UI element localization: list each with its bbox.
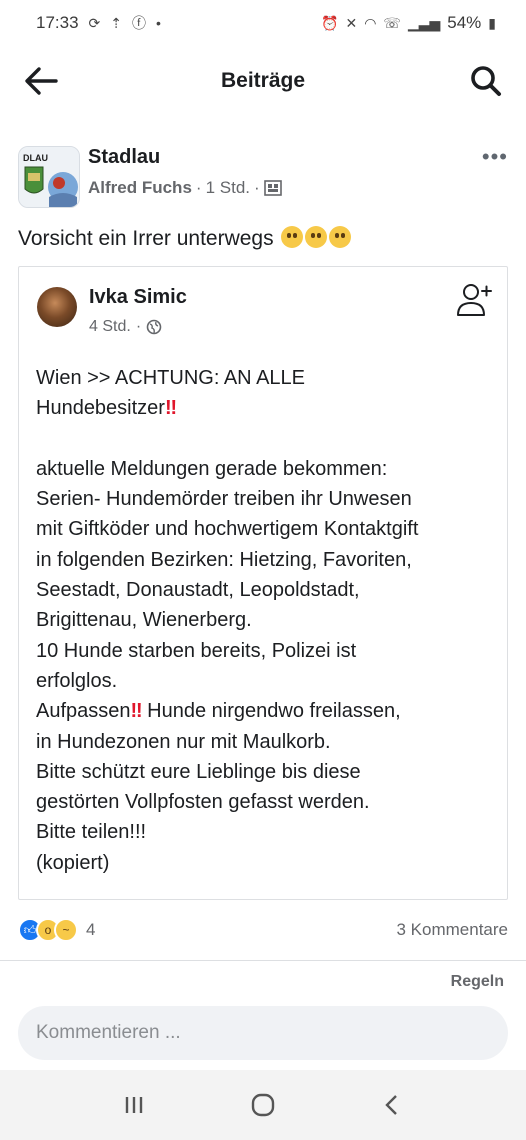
mute-icon: ✕: [345, 14, 358, 31]
shared-post-time[interactable]: 4 Std.: [89, 318, 131, 336]
body-line: Seestadt, Donaustadt, Leopoldstadt,: [36, 579, 360, 602]
post-text: Vorsicht ein Irrer unterwegs: [18, 226, 352, 251]
home-icon[interactable]: [243, 1085, 283, 1125]
body-line: mit Giftköder und hochwertigem Kontaktgi…: [36, 518, 419, 541]
body-line: Hundebesitzer‼: [36, 393, 501, 423]
group-avatar[interactable]: DLAU: [18, 146, 80, 208]
group-name[interactable]: Stadlau: [88, 146, 160, 169]
alarm-icon: ⏰: [321, 14, 339, 31]
back-nav-icon[interactable]: [372, 1085, 412, 1125]
body-line: Serien- Hundemörder treiben ihr Unwesen: [36, 488, 412, 511]
battery-icon: ▮: [488, 14, 496, 31]
back-arrow-icon[interactable]: [22, 63, 60, 99]
shared-post[interactable]: Ivka Simic 4 Std. · Wien >> ACHTUNG: AN …: [18, 266, 508, 900]
double-exclamation-icon: ‼: [164, 397, 177, 420]
shared-post-body: Wien >> ACHTUNG: AN ALLE Hundebesitzer‼ …: [36, 363, 501, 878]
status-time: 17:33: [36, 13, 79, 32]
body-line: Bitte teilen!!!: [36, 821, 147, 844]
comment-input[interactable]: Kommentieren ...: [18, 1006, 508, 1060]
body-line: (kopiert): [36, 851, 110, 874]
body-line: in folgenden Bezirken: Hietzing, Favorit…: [36, 548, 412, 571]
system-nav-bar: [0, 1070, 526, 1140]
dot-icon: •: [156, 15, 161, 31]
body-line-text: Hundebesitzer: [36, 397, 165, 420]
signal-arrow-icon: ⇡: [110, 14, 123, 31]
rules-link[interactable]: Regeln: [451, 973, 504, 991]
body-line: Bitte schützt eure Lieblinge bis diese: [36, 760, 361, 783]
body-line: aktuelle Meldungen gerade bekommen:: [36, 457, 388, 480]
body-line-text: Aufpassen: [36, 700, 131, 723]
wifi-icon: ◠: [364, 14, 377, 31]
comment-placeholder: Kommentieren ...: [36, 1022, 181, 1043]
post-time[interactable]: 1 Std.: [206, 178, 250, 198]
meta-separator: ·: [254, 178, 260, 197]
search-icon[interactable]: [468, 63, 504, 99]
worried-face-emoji-icon: [281, 226, 304, 248]
post-meta: Alfred Fuchs · 1 Std. ·: [88, 178, 282, 198]
globe-icon: [146, 319, 162, 335]
more-options-icon[interactable]: •••: [482, 144, 508, 170]
status-bar: 17:33 ⟳ ⇡ ⓕ • ⏰ ✕ ◠ ☏ ▁▃▅ 54% ▮: [0, 0, 526, 46]
body-line: gestörten Vollpfosten gefasst werden.: [36, 791, 370, 814]
comments-count[interactable]: 3 Kommentare: [397, 920, 509, 940]
shared-author-name[interactable]: Ivka Simic: [89, 286, 187, 309]
body-line: in Hundezonen nur mit Maulkorb.: [36, 730, 331, 753]
divider: [0, 960, 526, 961]
post-text-content: Vorsicht ein Irrer unterwegs: [18, 227, 274, 250]
meta-separator: ·: [135, 318, 142, 335]
body-line: 10 Hunde starben bereits, Polizei ist: [36, 639, 357, 662]
body-line: Brigittenau, Wienerberg.: [36, 609, 252, 632]
double-exclamation-icon: ‼: [130, 700, 143, 723]
sad-reaction-icon: ~: [54, 918, 78, 942]
worried-face-emoji-icon: [305, 226, 328, 248]
reaction-count: 4: [86, 920, 96, 939]
group-privacy-icon: [263, 180, 282, 196]
body-line: Wien >> ACHTUNG: AN ALLE: [36, 367, 305, 389]
body-line: erfolglos.: [36, 669, 118, 692]
shared-author-avatar[interactable]: [37, 287, 77, 327]
sync-icon: ⟳: [88, 14, 101, 31]
facebook-icon: ⓕ: [132, 15, 147, 31]
worried-face-emoji-icon: [329, 226, 352, 248]
body-line-text: Hunde nirgendwo freilassen,: [147, 700, 401, 723]
recent-apps-icon[interactable]: [114, 1085, 154, 1125]
cell-signal-icon: ▁▃▅: [407, 14, 441, 31]
page-title: Beiträge: [220, 69, 306, 92]
battery-percent: 54%: [447, 13, 482, 32]
post-header: DLAU Stadlau Alfred Fuchs · 1 Std. · •••: [18, 140, 508, 210]
post-author[interactable]: Alfred Fuchs: [88, 178, 192, 198]
app-bar: Beiträge: [0, 52, 526, 110]
body-line: Aufpassen‼ Hunde nirgendwo freilassen,: [36, 696, 501, 726]
shared-post-meta: 4 Std. ·: [89, 318, 162, 336]
group-avatar-logo: DLAU: [23, 153, 48, 163]
meta-separator: ·: [195, 178, 202, 197]
reactions-summary[interactable]: 👍︎ o ~ 4: [18, 918, 95, 942]
add-friend-icon[interactable]: [455, 281, 493, 319]
call-icon: ☏: [383, 14, 401, 31]
group-crest-image: DLAU: [19, 147, 79, 207]
